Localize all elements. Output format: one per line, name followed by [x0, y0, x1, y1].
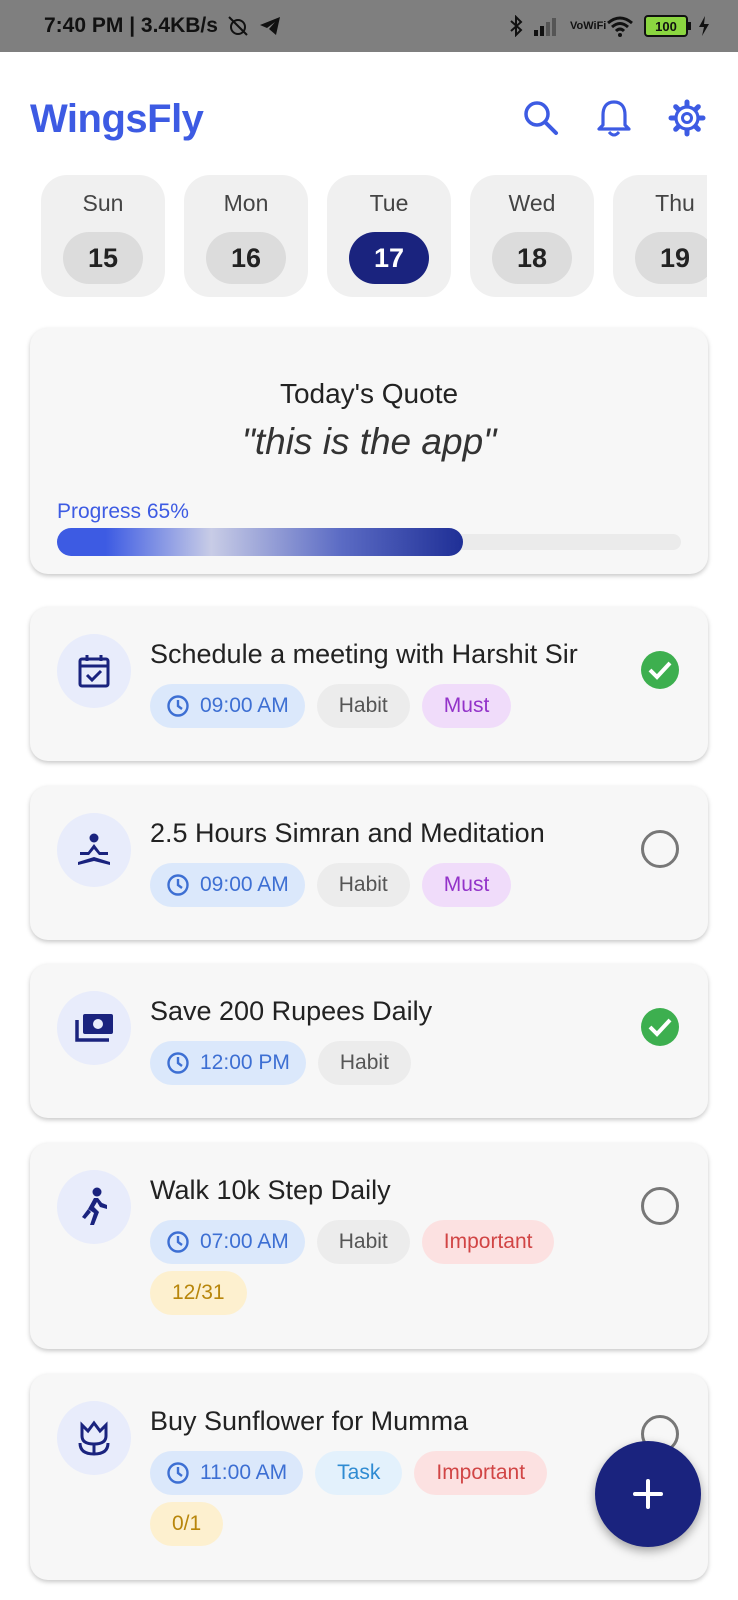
status-time-speed: 7:40 PM | 3.4KB/s — [44, 14, 218, 37]
alarm-off-icon — [228, 16, 248, 36]
gear-icon — [668, 99, 706, 137]
task-card[interactable]: Schedule a meeting with Harshit Sir 09:0… — [30, 607, 708, 761]
time-chip: 12:00 PM — [150, 1041, 306, 1085]
status-right: VoWiFi 100 — [508, 0, 710, 52]
calendar-check-icon — [78, 655, 110, 688]
task-title: 2.5 Hours Simran and Meditation — [150, 818, 545, 848]
status-bar: 7:40 PM | 3.4KB/s VoWiFi 100 — [0, 0, 738, 52]
task-title: Buy Sunflower for Mumma — [150, 1406, 469, 1436]
task-chips: 12:00 PM Habit — [150, 1041, 600, 1085]
day-name: Sun — [82, 190, 124, 216]
type-chip: Habit — [316, 1220, 410, 1264]
task-chips: 09:00 AM Habit Must — [150, 684, 600, 728]
task-title: Save 200 Rupees Daily — [150, 996, 433, 1026]
day-number: 16 — [206, 232, 286, 284]
check-empty-icon[interactable] — [640, 829, 680, 869]
day-name: Thu — [655, 190, 695, 216]
progress-track — [57, 528, 681, 556]
quote-title: Today's Quote — [279, 378, 459, 409]
day-wed[interactable]: Wed 18 — [470, 175, 594, 297]
task-icon-badge — [57, 634, 131, 708]
task-title: Walk 10k Step Daily — [150, 1175, 391, 1205]
task-icon-badge — [57, 1401, 131, 1475]
status-left: 7:40 PM | 3.4KB/s — [44, 0, 282, 52]
day-number: 18 — [492, 232, 572, 284]
clock-icon — [167, 695, 189, 717]
day-sun[interactable]: Sun 15 — [41, 175, 165, 297]
walking-icon — [82, 1187, 107, 1225]
time-label: 12:00 PM — [200, 1051, 290, 1074]
clock-icon — [167, 1052, 189, 1074]
day-name: Tue — [369, 190, 409, 216]
count-chip: 12/31 — [150, 1271, 247, 1315]
task-card[interactable]: Save 200 Rupees Daily 12:00 PM Habit — [30, 964, 708, 1118]
day-name: Mon — [223, 190, 269, 216]
day-number: 17 — [349, 232, 429, 284]
type-chip: Habit — [317, 1041, 411, 1085]
charging-icon — [699, 16, 709, 36]
settings-button[interactable] — [665, 96, 709, 140]
plus-icon — [633, 1479, 663, 1509]
vowifi-label: VoWiFi — [570, 20, 607, 32]
priority-chip: Important — [421, 1220, 555, 1264]
day-name: Wed — [508, 190, 556, 216]
wifi-icon — [607, 16, 633, 37]
day-thu[interactable]: Thu 19 — [613, 175, 707, 297]
task-icon-badge — [57, 991, 131, 1065]
check-empty-icon[interactable] — [640, 1186, 680, 1226]
app-bar: WingsFly — [0, 52, 738, 172]
time-chip: 11:00 AM — [150, 1451, 304, 1495]
clock-icon — [167, 1462, 189, 1484]
signal-icon — [534, 18, 556, 36]
add-task-button[interactable] — [595, 1441, 701, 1547]
quote-card: Today's Quote "this is the app" Progress… — [30, 328, 708, 574]
day-number: 15 — [63, 232, 143, 284]
time-chip: 09:00 AM — [150, 863, 305, 907]
type-chip: Habit — [316, 863, 410, 907]
day-mon[interactable]: Mon 16 — [184, 175, 308, 297]
task-icon-badge — [57, 1170, 131, 1244]
flower-icon — [78, 1420, 110, 1456]
task-chips: 11:00 AM Task Important 0/1 — [150, 1451, 600, 1546]
priority-chip: Important — [414, 1451, 548, 1495]
bell-icon — [597, 100, 631, 137]
battery-level: 100 — [655, 18, 677, 34]
bluetooth-icon — [510, 15, 523, 37]
day-number: 19 — [635, 232, 707, 284]
money-icon — [75, 1014, 113, 1042]
check-done-icon[interactable] — [640, 1007, 680, 1047]
time-label: 11:00 AM — [200, 1461, 288, 1484]
app-title: WingsFly — [30, 97, 204, 141]
notifications-button[interactable] — [592, 96, 636, 140]
search-button[interactable] — [519, 96, 563, 140]
type-chip: Task — [315, 1451, 403, 1495]
meditation-icon — [78, 833, 110, 865]
quote-text: "this is the app" — [241, 421, 497, 462]
progress-label: Progress 65% — [57, 500, 189, 523]
clock-icon — [167, 1231, 189, 1253]
day-selector: Sun 15 Mon 16 Tue 17 Wed 18 Thu 19 — [40, 175, 707, 299]
clock-icon — [167, 874, 189, 896]
search-icon — [524, 101, 558, 135]
telegram-icon — [259, 17, 280, 35]
priority-chip: Must — [421, 684, 512, 728]
time-label: 09:00 AM — [200, 873, 289, 896]
count-chip: 0/1 — [150, 1502, 224, 1546]
time-label: 09:00 AM — [200, 694, 289, 717]
task-card[interactable]: Walk 10k Step Daily 07:00 AM Habit Impor… — [30, 1143, 708, 1349]
day-tue[interactable]: Tue 17 — [327, 175, 451, 297]
check-done-icon[interactable] — [640, 650, 680, 690]
task-card[interactable]: 2.5 Hours Simran and Meditation 09:00 AM… — [30, 786, 708, 940]
time-chip: 09:00 AM — [150, 684, 305, 728]
task-chips: 09:00 AM Habit Must — [150, 863, 600, 907]
priority-chip: Must — [421, 863, 512, 907]
task-icon-badge — [57, 813, 131, 887]
time-chip: 07:00 AM — [150, 1220, 305, 1264]
task-title: Schedule a meeting with Harshit Sir — [150, 639, 578, 669]
progress-fill — [57, 528, 463, 556]
battery-indicator: 100 — [644, 15, 691, 37]
type-chip: Habit — [316, 684, 410, 728]
time-label: 07:00 AM — [200, 1230, 289, 1253]
task-chips: 07:00 AM Habit Important 12/31 — [150, 1220, 600, 1315]
